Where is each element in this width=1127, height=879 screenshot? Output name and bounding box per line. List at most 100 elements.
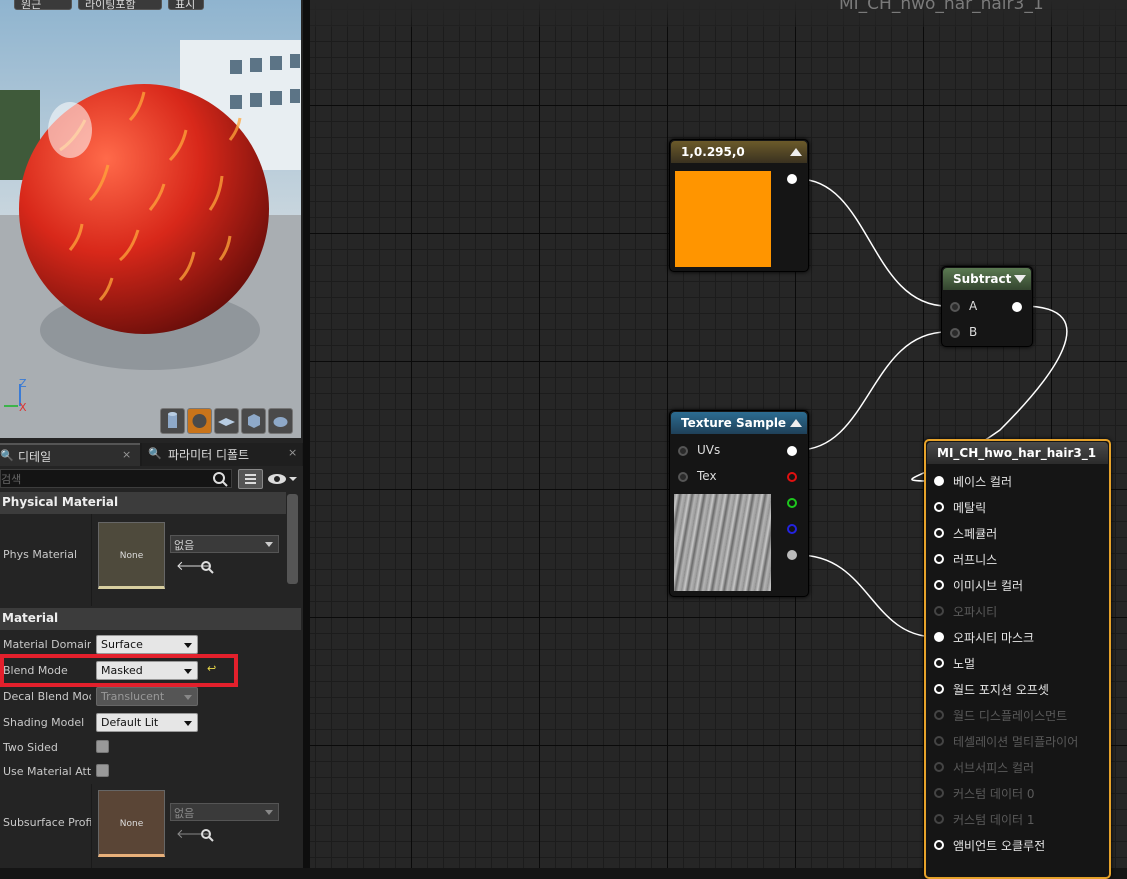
panel-splitter[interactable] [303, 0, 310, 868]
result-input-pin[interactable] [934, 658, 944, 668]
result-pin-label: 스페큘러 [953, 527, 998, 541]
output-pin-rgb[interactable] [787, 446, 797, 456]
input-pin-a[interactable] [950, 302, 960, 312]
shading-model-label: Shading Model [3, 716, 85, 729]
axis-z-label: Z [19, 377, 27, 390]
result-input-pin[interactable] [934, 580, 944, 590]
section-physical-material[interactable]: Physical Material [0, 492, 286, 514]
property-matrix-icon[interactable] [238, 469, 263, 489]
constant-node-header: 1,0.295,0 [671, 141, 807, 163]
constant-node-title: 1,0.295,0 [681, 145, 745, 159]
parameter-tab-icon: 🔍 [148, 447, 162, 460]
use-material-attributes-label: Use Material Attri [3, 765, 91, 778]
result-pin-label: 앰비언트 오클루전 [953, 839, 1046, 853]
input-pin-tex[interactable] [678, 472, 688, 482]
result-input-pin[interactable] [934, 684, 944, 694]
result-input-pin[interactable] [934, 606, 944, 616]
result-input-pin[interactable] [934, 632, 944, 642]
phys-material-thumbnail[interactable]: None [98, 522, 165, 589]
constant-vector-node[interactable]: 1,0.295,0 [669, 139, 809, 272]
tab-details-label: 디테일 [18, 450, 52, 464]
subsurface-profile-row: Subsurface Profil None 없음 🡐 [0, 784, 301, 868]
output-pin[interactable] [1012, 302, 1022, 312]
color-swatch [675, 171, 771, 267]
result-input-pin[interactable] [934, 710, 944, 720]
result-input-pin[interactable] [934, 528, 944, 538]
result-input-pin[interactable] [934, 554, 944, 564]
sphere-icon[interactable] [187, 408, 212, 434]
input-pin-uvs[interactable] [678, 446, 688, 456]
cube-icon[interactable] [241, 408, 266, 434]
material-domain-dropdown[interactable]: Surface [96, 635, 198, 654]
subsurface-thumb-label: None [119, 819, 144, 829]
result-node-title: MI_CH_hwo_har_hair3_1 [937, 446, 1097, 460]
section-material[interactable]: Material [0, 608, 301, 630]
result-input-pin[interactable] [934, 502, 944, 512]
teapot-icon[interactable] [268, 408, 293, 434]
result-pin-label: 베이스 컬러 [953, 475, 1013, 489]
phys-material-thumb-label: None [119, 551, 144, 561]
subsurface-profile-thumbnail[interactable]: None [98, 790, 165, 857]
decal-blend-mode-row: Decal Blend Mode Translucent [0, 684, 301, 708]
close-icon[interactable]: × [288, 446, 297, 459]
tab-parameter-defaults-label: 파라미터 디폴트 [168, 448, 250, 462]
result-input-pin[interactable] [934, 788, 944, 798]
result-pin-label: 커스텀 데이터 0 [953, 787, 1035, 801]
use-material-attributes-checkbox[interactable] [96, 764, 109, 777]
shading-model-dropdown[interactable]: Default Lit [96, 713, 198, 732]
result-pin-label: 월드 포지션 오프셋 [953, 683, 1049, 697]
result-input-pin[interactable] [934, 762, 944, 772]
search-icon[interactable] [212, 471, 228, 487]
output-pin-g[interactable] [787, 498, 797, 508]
collapse-icon[interactable] [1014, 275, 1026, 283]
output-pin-a[interactable] [787, 550, 797, 560]
material-result-node[interactable]: MI_CH_hwo_har_hair3_1 베이스 컬러 메탈릭 스페큘러 러프니스 이… [924, 439, 1111, 879]
preview-scene: Z X [0, 0, 301, 438]
details-tab-bar: 🔍 디테일 × 🔍 파라미터 디폴트 × [0, 443, 303, 466]
input-a-label: A [969, 299, 978, 313]
two-sided-checkbox[interactable] [96, 740, 109, 753]
browse-search-icon[interactable] [200, 560, 214, 574]
plane-icon[interactable] [214, 408, 239, 434]
close-icon[interactable]: × [122, 448, 131, 461]
collapse-icon[interactable] [790, 148, 802, 156]
texture-node-title: Texture Sample [681, 416, 787, 430]
decal-blend-mode-dropdown[interactable]: Translucent [96, 687, 198, 706]
input-pin-b[interactable] [950, 328, 960, 338]
result-pin-label: 서브서피스 컬러 [953, 761, 1035, 775]
texture-sample-node[interactable]: Texture Sample UVs Tex [669, 410, 809, 597]
material-graph[interactable]: MI_CH_hwo_har_hair3_1 1,0.295,0 Subtract… [310, 0, 1127, 879]
result-input-pin[interactable] [934, 476, 944, 486]
perspective-button[interactable]: 원근 [14, 0, 72, 11]
eye-icon[interactable] [267, 471, 299, 487]
section-material-title: Material [2, 611, 59, 625]
cylinder-icon[interactable] [160, 408, 185, 434]
result-input-pin[interactable] [934, 814, 944, 824]
result-input-pin[interactable] [934, 736, 944, 746]
phys-material-label: Phys Material [3, 548, 78, 561]
browse-search-icon[interactable] [200, 828, 214, 842]
subtract-node[interactable]: Subtract A B [941, 266, 1033, 347]
search-input[interactable]: 검색 [0, 469, 232, 488]
material-domain-row: Material Domain Surface [0, 632, 301, 656]
subsurface-profile-dropdown[interactable]: 없음 [170, 803, 279, 821]
lighting-button[interactable]: 라이팅포함 [78, 0, 162, 11]
section-physical-material-title: Physical Material [2, 495, 119, 509]
show-button[interactable]: 표시 [168, 0, 204, 11]
decal-blend-mode-label: Decal Blend Mode [3, 690, 91, 703]
show-label: 표시 [175, 0, 196, 11]
output-pin-b[interactable] [787, 524, 797, 534]
texture-thumbnail [674, 494, 771, 591]
two-sided-label: Two Sided [3, 741, 58, 754]
result-input-pin[interactable] [934, 840, 944, 850]
material-preview-viewport[interactable]: Z X 원근 라이팅포함 표시 [0, 0, 301, 438]
result-pin-label: 테셀레이션 멀티플라이어 [953, 735, 1079, 749]
output-pin-r[interactable] [787, 472, 797, 482]
phys-material-dropdown[interactable]: 없음 [170, 535, 279, 553]
collapse-icon[interactable] [790, 419, 802, 427]
tab-parameter-defaults[interactable]: 🔍 파라미터 디폴트 × [142, 443, 302, 466]
tab-details[interactable]: 🔍 디테일 × [0, 443, 140, 466]
output-pin[interactable] [787, 174, 797, 184]
result-pin-label: 오파시티 [953, 605, 998, 619]
texture-node-header: Texture Sample [671, 412, 807, 434]
